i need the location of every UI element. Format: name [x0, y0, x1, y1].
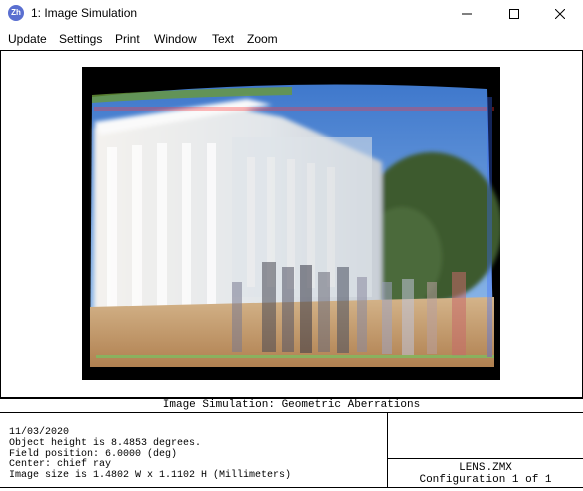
file-name: LENS.ZMX: [459, 462, 512, 474]
info-image-size: Image size is 1.4802 W x 1.1102 H (Milli…: [9, 470, 292, 482]
menu-zoom[interactable]: Zoom: [247, 32, 278, 46]
app-icon: Zh: [8, 5, 24, 21]
title-bar: Zh 1: Image Simulation: [0, 0, 583, 28]
minimize-button[interactable]: [444, 0, 490, 28]
plot-title: Image Simulation: Geometric Aberrations: [0, 398, 583, 413]
window-title: 1: Image Simulation: [31, 6, 138, 20]
info-object-height: Object height is 8.4853 degrees.: [9, 437, 202, 449]
close-button[interactable]: [537, 0, 583, 28]
menu-update[interactable]: Update: [8, 32, 47, 46]
bottom-border: [0, 487, 583, 488]
minimize-icon: [462, 13, 472, 15]
info-box: 11/03/2020 Object height is 8.4853 degre…: [0, 413, 388, 487]
configuration-label: Configuration 1 of 1: [419, 474, 552, 486]
maximize-button[interactable]: [491, 0, 537, 28]
menu-text[interactable]: Text: [212, 32, 234, 46]
menu-print[interactable]: Print: [115, 32, 140, 46]
file-config-box: LENS.ZMX Configuration 1 of 1: [388, 458, 583, 488]
simulated-image: [82, 67, 500, 380]
menu-window[interactable]: Window: [154, 32, 197, 46]
menu-settings[interactable]: Settings: [59, 32, 102, 46]
close-icon: [555, 9, 565, 19]
maximize-icon: [509, 9, 519, 19]
menu-bar: Update Settings Print Window Text Zoom: [0, 29, 583, 49]
